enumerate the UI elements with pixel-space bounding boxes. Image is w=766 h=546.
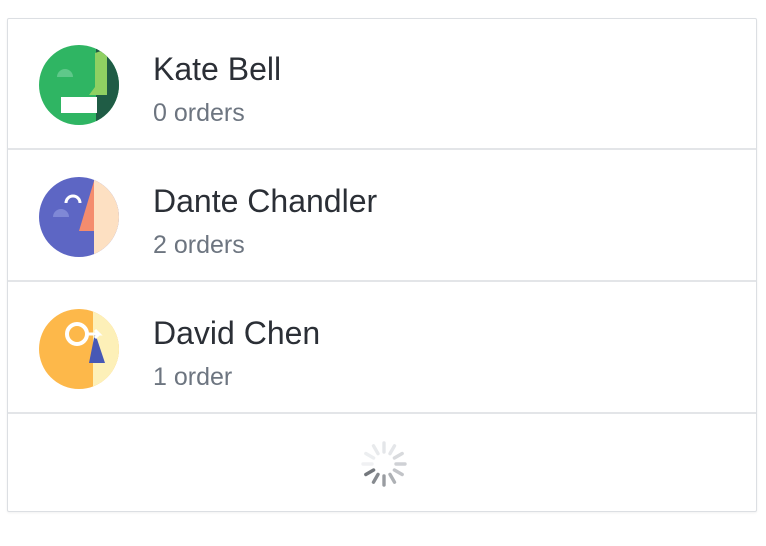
customer-name: Kate Bell — [153, 51, 282, 87]
list-item-customer[interactable]: Kate Bell 0 orders — [8, 19, 756, 150]
customer-name: David Chen — [153, 315, 321, 351]
list-item-customer[interactable]: Dante Chandler 2 orders — [8, 151, 756, 282]
customer-order-count: 1 order — [153, 363, 233, 391]
abstract-face-green-icon — [39, 45, 119, 125]
customer-order-count: 0 orders — [153, 99, 245, 127]
loading-row — [8, 415, 756, 511]
customer-order-count: 2 orders — [153, 231, 245, 259]
loading-spinner-icon — [361, 441, 407, 487]
abstract-face-yellow-icon — [39, 309, 119, 389]
list-item-customer[interactable]: David Chen 1 order — [8, 283, 756, 414]
customer-name: Dante Chandler — [153, 183, 378, 219]
abstract-face-purple-icon — [39, 177, 119, 257]
customer-list: Kate Bell 0 orders Dante Chandler 2 orde… — [7, 18, 757, 512]
